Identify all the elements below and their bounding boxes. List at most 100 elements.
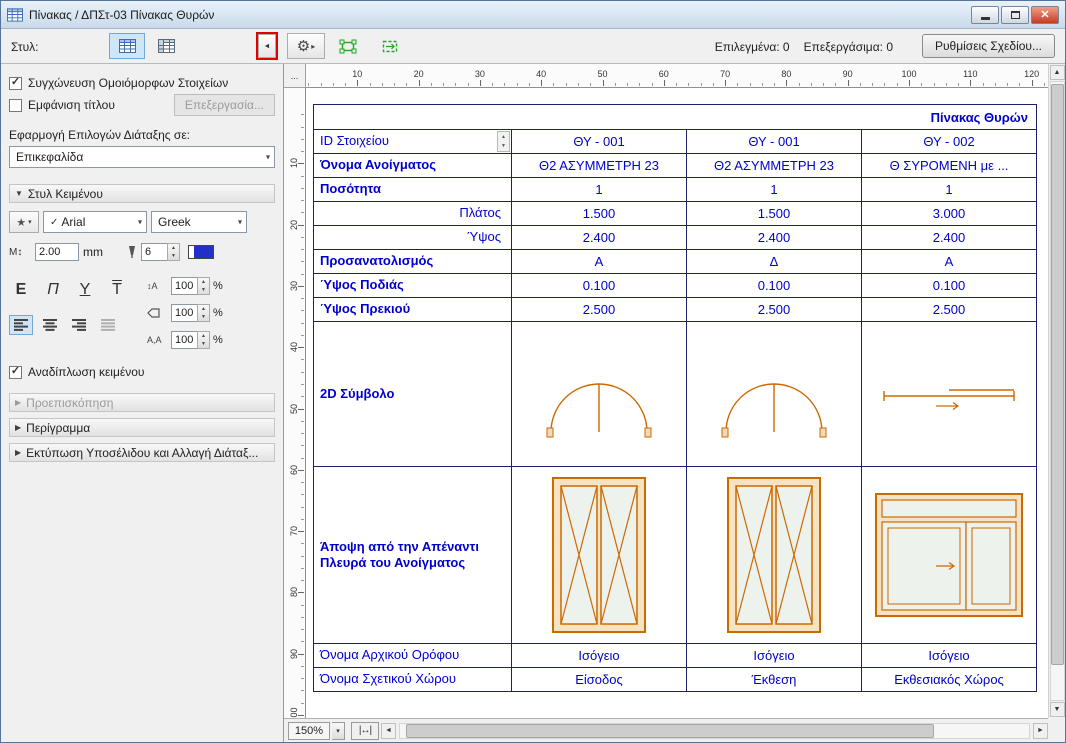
schedule-cell[interactable]: 0.100	[511, 273, 686, 297]
titlebar[interactable]: Πίνακας / ΔΠΣτ-03 Πίνακας Θυρών ✕	[1, 1, 1065, 29]
row-label-quantity[interactable]: Ποσότητα	[314, 177, 511, 201]
schedule-title-cell[interactable]: Πίνακας Θυρών	[314, 105, 1036, 129]
bold-button[interactable]: Ε	[9, 281, 33, 299]
schedule-cell[interactable]: Εκθεσιακός Χώρος	[861, 667, 1036, 691]
drawing-settings-button[interactable]: Ρυθμίσεις Σχεδίου...	[922, 34, 1055, 58]
row-label-header-height[interactable]: Ύψος Πρεκιού	[314, 297, 511, 321]
schedule-cell[interactable]: Θ2 ΑΣΥΜΜΕΤΡΗ 23	[686, 153, 861, 177]
symbol-cell[interactable]	[511, 466, 686, 643]
font-size-input[interactable]	[35, 243, 79, 261]
schedule-cell[interactable]: 0.100	[861, 273, 1036, 297]
row-label-element-id[interactable]: ID Στοιχείου ▲▼	[314, 129, 511, 153]
scroll-up-button[interactable]: ▲	[1050, 65, 1065, 80]
zoom-menu-button[interactable]: ▾	[332, 722, 345, 740]
show-title-checkbox[interactable]: Εμφάνιση τίτλου	[9, 98, 115, 112]
schedule-cell[interactable]: Α	[861, 249, 1036, 273]
schedule-cell[interactable]: 2.500	[861, 297, 1036, 321]
row-label-related-zone[interactable]: Όνομα Σχετικού Χώρου	[314, 667, 511, 691]
schedule-cell[interactable]: 0.100	[686, 273, 861, 297]
schedule-cell[interactable]: 1	[686, 177, 861, 201]
view-mode-table-button[interactable]	[109, 33, 145, 59]
scroll-left-button[interactable]: ◄	[381, 723, 396, 739]
align-left-button[interactable]	[9, 315, 33, 335]
close-button[interactable]: ✕	[1031, 6, 1059, 24]
symbol-cell[interactable]	[686, 321, 861, 466]
scroll-down-button[interactable]: ▼	[1050, 702, 1065, 717]
scroll-right-button[interactable]: ►	[1033, 723, 1048, 739]
row-label-width[interactable]: Πλάτος	[314, 201, 511, 225]
row-label-home-story[interactable]: Όνομα Αρχικού Ορόφου	[314, 643, 511, 667]
select-area-button[interactable]	[331, 33, 365, 59]
apply-format-dropdown[interactable]: Επικεφαλίδα ▾	[9, 146, 275, 168]
row-label-height[interactable]: Ύψος	[314, 225, 511, 249]
char-width-stepper[interactable]: ▲▼	[171, 304, 210, 322]
schedule-cell[interactable]: Είσοδος	[511, 667, 686, 691]
char-width-input[interactable]	[171, 304, 197, 322]
horizontal-scrollbar-thumb[interactable]	[406, 724, 934, 738]
stepper-arrows[interactable]: ▲▼	[167, 243, 180, 261]
edit-title-button[interactable]: Επεξεργασία...	[174, 94, 275, 116]
symbol-cell[interactable]	[861, 321, 1036, 466]
vertical-scrollbar-thumb[interactable]	[1051, 84, 1064, 665]
section-preview[interactable]: ▶ Προεπισκόπηση	[9, 393, 275, 412]
schedule-cell[interactable]: 1.500	[511, 201, 686, 225]
letter-spacing-input[interactable]	[171, 331, 197, 349]
schedule-canvas[interactable]: Πίνακας Θυρών ID Στοιχείου ▲▼ ΘΥ - 001 Θ…	[306, 88, 1048, 718]
align-right-button[interactable]	[67, 315, 91, 335]
letter-spacing-stepper[interactable]: ▲▼	[171, 331, 210, 349]
schedule-cell[interactable]: Θ ΣΥΡΟΜΕΝΗ με ...	[861, 153, 1036, 177]
sort-spinner[interactable]: ▲▼	[497, 131, 510, 152]
section-border[interactable]: ▶ Περίγραμμα	[9, 418, 275, 437]
schedule-cell[interactable]: 3.000	[861, 201, 1036, 225]
section-text-style[interactable]: ▼ Στυλ Κειμένου	[9, 184, 275, 203]
font-script-dropdown[interactable]: Greek ▾	[151, 211, 247, 233]
overline-button[interactable]: Τ	[105, 281, 129, 299]
schedule-cell[interactable]: 2.400	[861, 225, 1036, 249]
line-spacing-input[interactable]	[171, 277, 197, 295]
horizontal-scrollbar[interactable]	[399, 723, 1030, 739]
symbol-cell[interactable]	[511, 321, 686, 466]
collapse-panel-button[interactable]: ◄	[258, 34, 276, 58]
row-label-2d-symbol[interactable]: 2D Σύμβολο	[314, 321, 511, 466]
pen-number-input[interactable]	[141, 243, 167, 261]
schedule-cell[interactable]: Α	[511, 249, 686, 273]
zoom-to-selection-button[interactable]	[373, 33, 407, 59]
align-center-button[interactable]	[38, 315, 62, 335]
schedule-cell[interactable]: 2.400	[686, 225, 861, 249]
minimize-button[interactable]	[971, 6, 999, 24]
schedule-cell[interactable]: Ισόγειο	[511, 643, 686, 667]
schedule-cell[interactable]: Ισόγειο	[686, 643, 861, 667]
schedule-cell[interactable]: ΘΥ - 001	[511, 129, 686, 153]
stepper-arrows[interactable]: ▲▼	[197, 331, 210, 349]
vertical-scrollbar-track[interactable]	[1050, 81, 1065, 701]
align-justify-button[interactable]	[96, 315, 120, 335]
line-spacing-stepper[interactable]: ▲▼	[171, 277, 210, 295]
row-label-opening-name[interactable]: Όνομα Ανοίγματος	[314, 153, 511, 177]
merge-uniform-items-checkbox[interactable]: ✓ Συγχώνευση Ομοιόμορφων Στοιχείων	[9, 76, 275, 90]
stepper-arrows[interactable]: ▲▼	[197, 304, 210, 322]
scheme-settings-flyout-button[interactable]: ⚙ ▸	[287, 33, 325, 59]
pen-color-swatch[interactable]	[188, 245, 214, 259]
schedule-cell[interactable]: 1	[511, 177, 686, 201]
fit-width-button[interactable]: |↔|	[351, 722, 379, 740]
row-label-sill-height[interactable]: Ύψος Ποδιάς	[314, 273, 511, 297]
font-family-dropdown[interactable]: ✓ Arial ▾	[43, 211, 147, 233]
schedule-cell[interactable]: 2.400	[511, 225, 686, 249]
wrap-text-checkbox[interactable]: ✓ Αναδίπλωση κειμένου	[9, 365, 275, 379]
schedule-cell[interactable]: 2.500	[686, 297, 861, 321]
zoom-level[interactable]: 150%	[288, 722, 330, 740]
ruler-options-button[interactable]: ...	[284, 64, 306, 88]
underline-button[interactable]: Υ	[73, 281, 97, 299]
schedule-cell[interactable]: 1.500	[686, 201, 861, 225]
schedule-cell[interactable]: Ισόγειο	[861, 643, 1036, 667]
vertical-scrollbar[interactable]: ▲ ▼	[1048, 64, 1065, 718]
schedule-cell[interactable]: 2.500	[511, 297, 686, 321]
schedule-cell[interactable]: Δ	[686, 249, 861, 273]
schedule-cell[interactable]: Θ2 ΑΣΥΜΜΕΤΡΗ 23	[511, 153, 686, 177]
italic-button[interactable]: Π	[41, 281, 65, 299]
favorites-button[interactable]: ★ ▾	[9, 211, 39, 233]
stepper-arrows[interactable]: ▲▼	[197, 277, 210, 295]
maximize-button[interactable]	[1001, 6, 1029, 24]
symbol-cell[interactable]	[861, 466, 1036, 643]
row-label-orientation[interactable]: Προσανατολισμός	[314, 249, 511, 273]
